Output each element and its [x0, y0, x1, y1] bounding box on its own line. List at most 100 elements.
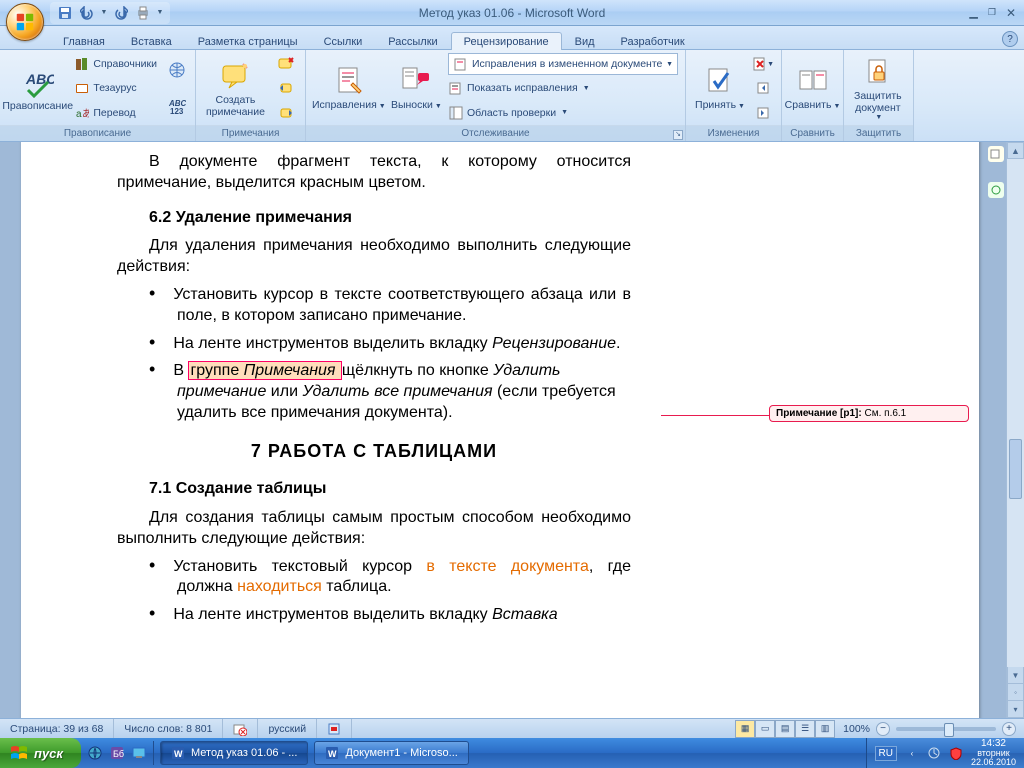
- protect-label: Защитить документ: [854, 90, 902, 114]
- redo-icon[interactable]: [112, 4, 130, 22]
- zoom-out-button[interactable]: −: [876, 722, 890, 736]
- taskbar-item[interactable]: W Метод указ 01.06 - ...: [160, 741, 308, 765]
- tab-references[interactable]: Ссылки: [311, 32, 376, 50]
- word-icon: W: [171, 746, 185, 760]
- reviewing-pane-button[interactable]: Область проверки ▼: [448, 102, 678, 124]
- status-word-count[interactable]: Число слов: 8 801: [114, 719, 223, 738]
- draft-view[interactable]: ▥: [815, 720, 835, 738]
- next-comment-button[interactable]: [275, 102, 297, 124]
- clock[interactable]: 14:32 вторник 22.06.2010: [971, 739, 1016, 767]
- page-content[interactable]: В документе фрагмент текста, к которому …: [21, 142, 661, 626]
- next-change-button[interactable]: [752, 102, 774, 124]
- office-button[interactable]: [6, 3, 44, 41]
- paragraph[interactable]: В документе фрагмент текста, к которому …: [117, 152, 631, 194]
- display-for-review-dropdown[interactable]: Исправления в измененном документе ▼: [448, 53, 678, 75]
- comment-balloon[interactable]: Примечание [p1]: См. п.6.1: [769, 405, 969, 422]
- show-markup-button[interactable]: Показать исправления ▼: [448, 77, 678, 99]
- set-language-button[interactable]: [166, 59, 188, 81]
- svg-text:Бб: Бб: [113, 749, 124, 759]
- scroll-track[interactable]: [1007, 159, 1024, 667]
- tab-view[interactable]: Вид: [562, 32, 608, 50]
- taskbar-item[interactable]: W Документ1 - Microso...: [314, 741, 468, 765]
- outline-view[interactable]: ☰: [795, 720, 815, 738]
- scroll-thumb[interactable]: [1009, 439, 1022, 499]
- print-layout-view[interactable]: ▦: [735, 720, 755, 738]
- status-proofing[interactable]: [223, 719, 258, 738]
- marker-icon[interactable]: [988, 146, 1004, 162]
- start-button[interactable]: пуск: [0, 738, 81, 768]
- undo-icon[interactable]: [78, 4, 96, 22]
- web-layout-view[interactable]: ▤: [775, 720, 795, 738]
- tab-pagelayout[interactable]: Разметка страницы: [185, 32, 311, 50]
- full-screen-view[interactable]: ▭: [755, 720, 775, 738]
- document-scroll[interactable]: В документе фрагмент текста, к которому …: [0, 142, 1006, 718]
- spelling-button[interactable]: ABC Правописание: [4, 52, 71, 125]
- ie-icon[interactable]: [85, 741, 105, 765]
- zoom-controls: 100% − +: [835, 722, 1024, 736]
- marker-icon[interactable]: [988, 182, 1004, 198]
- tab-review[interactable]: Рецензирование: [451, 32, 562, 50]
- group-changes: Принять▼ ▼ Изменения: [686, 50, 782, 141]
- quick-print-icon[interactable]: [134, 4, 152, 22]
- language-indicator[interactable]: RU: [875, 746, 897, 761]
- prev-page-button[interactable]: ◦: [1007, 684, 1024, 701]
- group-proofing-title: Правописание: [0, 125, 195, 141]
- list-item[interactable]: Установить курсор в тексте соответствующ…: [149, 282, 631, 327]
- heading-62[interactable]: 6.2 Удаление примечания: [149, 208, 631, 229]
- show-desktop-icon[interactable]: [129, 741, 149, 765]
- minimize-button[interactable]: ▁: [969, 6, 977, 19]
- help-button[interactable]: ?: [1002, 31, 1018, 47]
- reject-button[interactable]: ▼: [752, 53, 774, 75]
- zoom-in-button[interactable]: +: [1002, 722, 1016, 736]
- group-comments-title: Примечания: [196, 125, 305, 141]
- translate-button[interactable]: aあ Перевод: [74, 102, 157, 124]
- group-tracking: Исправления▼ Выноски▼ Исправления в изме…: [306, 50, 686, 141]
- prev-change-button[interactable]: [752, 77, 774, 99]
- next-page-button[interactable]: ▾: [1007, 701, 1024, 718]
- close-button[interactable]: ✕: [1006, 6, 1016, 20]
- track-changes-button[interactable]: Исправления▼: [310, 52, 388, 125]
- group-changes-title: Изменения: [686, 125, 781, 141]
- new-comment-button[interactable]: Создать примечание: [200, 52, 271, 125]
- save-icon[interactable]: [56, 4, 74, 22]
- tab-mailings[interactable]: Рассылки: [375, 32, 450, 50]
- heading-71[interactable]: 7.1 Создание таблицы: [149, 479, 631, 500]
- compare-button[interactable]: Сравнить▼: [786, 52, 839, 125]
- qat-customize-icon[interactable]: ▼: [156, 4, 164, 22]
- protect-button[interactable]: Защитить документ ▼: [848, 52, 908, 125]
- tab-home[interactable]: Главная: [50, 32, 118, 50]
- thesaurus-button[interactable]: Тезаурус: [74, 77, 157, 99]
- delete-comment-button[interactable]: [275, 53, 297, 75]
- tracking-launcher-icon[interactable]: ↘: [673, 130, 683, 140]
- zoom-value[interactable]: 100%: [843, 723, 870, 735]
- list-item[interactable]: На ленте инструментов выделить вкладку Р…: [149, 331, 631, 355]
- list-item[interactable]: Установить текстовый курсор в тексте док…: [149, 554, 631, 599]
- tab-developer[interactable]: Разработчик: [608, 32, 698, 50]
- status-language[interactable]: русский: [258, 719, 317, 738]
- paragraph[interactable]: Для удаления примечания необходимо выпол…: [117, 236, 631, 278]
- status-macro[interactable]: [317, 719, 352, 738]
- paragraph[interactable]: Для создания таблицы самым простым спосо…: [117, 508, 631, 550]
- display-for-review-label: Исправления в измененном документе: [472, 58, 663, 70]
- balloons-button[interactable]: Выноски▼: [388, 52, 445, 125]
- tray-icon[interactable]: [927, 746, 941, 760]
- tray-expand-icon[interactable]: ‹: [905, 741, 919, 765]
- heading-7[interactable]: 7 РАБОТА С ТАБЛИЦАМИ: [117, 440, 631, 463]
- reviewing-pane-label: Область проверки: [467, 107, 556, 119]
- zoom-slider[interactable]: [896, 727, 996, 731]
- tab-insert[interactable]: Вставка: [118, 32, 185, 50]
- list-item[interactable]: В группе Примечания щёлкнуть по кнопке У…: [149, 358, 631, 423]
- word-count-button[interactable]: ABC123: [166, 96, 188, 118]
- scroll-up-button[interactable]: ▲: [1007, 142, 1024, 159]
- vertical-scrollbar[interactable]: ▲ ▼ ◦ ▾: [1006, 142, 1024, 718]
- scroll-down-button[interactable]: ▼: [1007, 667, 1024, 684]
- tray-shield-icon[interactable]: [949, 746, 963, 760]
- list-item[interactable]: На ленте инструментов выделить вкладку В…: [149, 602, 631, 626]
- undo-dropdown-icon[interactable]: ▼: [100, 4, 108, 22]
- restore-button[interactable]: ❐: [988, 7, 996, 18]
- ql-icon[interactable]: Бб: [107, 741, 127, 765]
- research-button[interactable]: Справочники: [74, 53, 157, 75]
- status-page[interactable]: Страница: 39 из 68: [0, 719, 114, 738]
- prev-comment-button[interactable]: [275, 77, 297, 99]
- accept-button[interactable]: Принять▼: [690, 52, 750, 125]
